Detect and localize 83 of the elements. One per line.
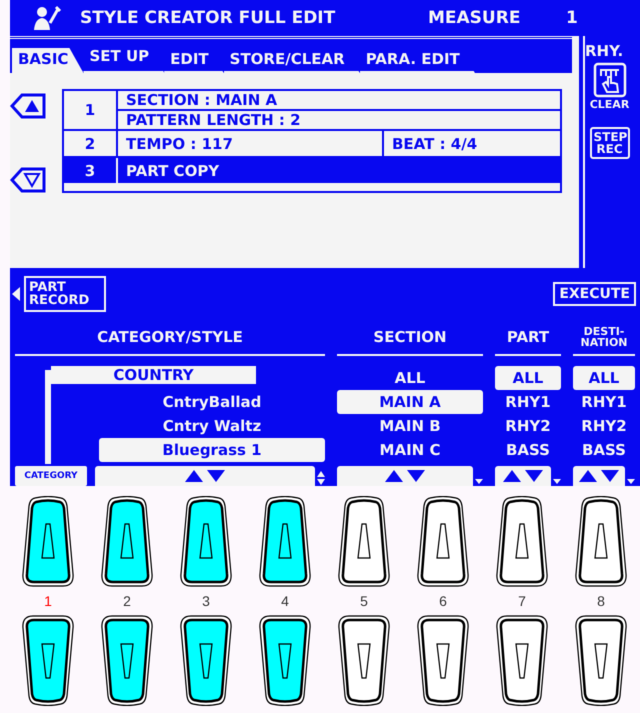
tab[interactable]: BASIC bbox=[12, 48, 84, 73]
up-button[interactable] bbox=[258, 496, 312, 588]
category-name: COUNTRY bbox=[51, 366, 256, 384]
list-item[interactable]: RHY1 bbox=[495, 390, 561, 414]
button-number: 3 bbox=[202, 594, 210, 608]
list-row[interactable]: 1 SECTION : MAIN A PATTERN LENGTH : 2 bbox=[64, 91, 560, 129]
style-item[interactable]: CntryBallad bbox=[99, 390, 325, 414]
row-number: 1 bbox=[64, 91, 118, 129]
button-number: 5 bbox=[360, 594, 368, 608]
list-item[interactable]: BASS bbox=[573, 438, 635, 462]
column-heading: DESTI-NATION bbox=[573, 320, 635, 356]
down-button[interactable] bbox=[258, 614, 312, 706]
list-item[interactable]: RHY2 bbox=[573, 414, 635, 438]
category-button[interactable]: CATEGORY bbox=[15, 466, 87, 486]
left-arrow-icon bbox=[12, 287, 20, 301]
up-button[interactable] bbox=[100, 496, 154, 588]
list-item[interactable]: BASS bbox=[495, 438, 561, 462]
table-cell: PATTERN LENGTH : 2 bbox=[118, 109, 560, 129]
down-button[interactable] bbox=[179, 614, 233, 706]
list-item[interactable]: MAIN A bbox=[337, 390, 483, 414]
measure-value: 1 bbox=[566, 8, 578, 28]
rhythm-label: RHY. bbox=[584, 42, 624, 60]
down-button[interactable] bbox=[337, 614, 391, 706]
player-icon bbox=[32, 5, 62, 31]
caret-icon bbox=[627, 479, 635, 484]
down-button[interactable] bbox=[574, 614, 628, 706]
button-number: 1 bbox=[44, 594, 52, 608]
table-cell-text: BEAT : 4/4 bbox=[391, 134, 478, 154]
down-button[interactable] bbox=[21, 614, 75, 706]
up-button[interactable] bbox=[179, 496, 233, 588]
column-heading: CATEGORY/STYLE bbox=[15, 320, 325, 356]
down-button[interactable] bbox=[416, 614, 470, 706]
down-button[interactable] bbox=[495, 614, 549, 706]
tab[interactable]: SET UP bbox=[83, 45, 164, 73]
up-down-arrows-icon bbox=[385, 470, 425, 482]
caret-icon bbox=[475, 479, 483, 484]
up-button[interactable] bbox=[337, 496, 391, 588]
down-button[interactable] bbox=[100, 614, 154, 706]
up-button[interactable] bbox=[495, 496, 549, 588]
list-item[interactable]: MAIN C bbox=[337, 438, 483, 462]
scroll-down-icon[interactable] bbox=[10, 167, 46, 193]
button-number: 6 bbox=[439, 594, 447, 608]
tab[interactable]: EDIT bbox=[164, 48, 224, 73]
part-record-button[interactable]: PART RECORD bbox=[24, 276, 106, 312]
list-item[interactable]: ALL bbox=[337, 366, 483, 390]
caret-icon bbox=[553, 479, 561, 484]
up-button[interactable] bbox=[574, 496, 628, 588]
up-down-arrows-icon bbox=[185, 470, 225, 482]
button-number: 7 bbox=[518, 594, 526, 608]
table-cell-text: SECTION : MAIN A bbox=[125, 91, 278, 109]
hand-icon[interactable] bbox=[592, 62, 626, 98]
arrow-field[interactable] bbox=[337, 466, 473, 486]
up-down-caret-icon bbox=[317, 470, 325, 486]
list-item[interactable]: RHY2 bbox=[495, 414, 561, 438]
arrow-field[interactable] bbox=[495, 466, 551, 486]
up-down-arrows-icon bbox=[503, 470, 543, 482]
list-item[interactable]: RHY1 bbox=[573, 390, 635, 414]
list-item[interactable]: ALL bbox=[573, 366, 635, 390]
column-heading: SECTION bbox=[337, 320, 483, 356]
row-number: 3 bbox=[64, 158, 118, 183]
step-rec-button[interactable]: STEP REC bbox=[590, 127, 630, 159]
up-button[interactable] bbox=[21, 496, 75, 588]
table-cell-text: PART COPY bbox=[125, 160, 220, 182]
arrow-field[interactable] bbox=[573, 466, 625, 486]
arrow-field[interactable] bbox=[95, 466, 315, 486]
list-row[interactable]: 3 PART COPY bbox=[64, 156, 560, 183]
button-number: 8 bbox=[597, 594, 605, 608]
tab[interactable]: PARA. EDIT bbox=[360, 48, 475, 73]
screen-title: STYLE CREATOR FULL EDIT bbox=[80, 8, 336, 28]
measure-label: MEASURE bbox=[428, 8, 522, 28]
list-item[interactable]: ALL bbox=[495, 366, 561, 390]
list-item[interactable]: MAIN B bbox=[337, 414, 483, 438]
column-heading: PART bbox=[495, 320, 561, 356]
button-number: 2 bbox=[123, 594, 131, 608]
scroll-up-icon[interactable] bbox=[10, 93, 46, 119]
up-button[interactable] bbox=[416, 496, 470, 588]
style-item[interactable]: Cntry Waltz bbox=[99, 414, 325, 438]
button-number: 4 bbox=[281, 594, 289, 608]
clear-label: CLEAR bbox=[590, 98, 630, 111]
style-item[interactable]: Bluegrass 1 bbox=[99, 438, 325, 462]
tab[interactable]: STORE/CLEAR bbox=[224, 48, 360, 73]
execute-button[interactable]: EXECUTE bbox=[553, 282, 636, 306]
up-down-arrows-icon bbox=[579, 470, 619, 482]
